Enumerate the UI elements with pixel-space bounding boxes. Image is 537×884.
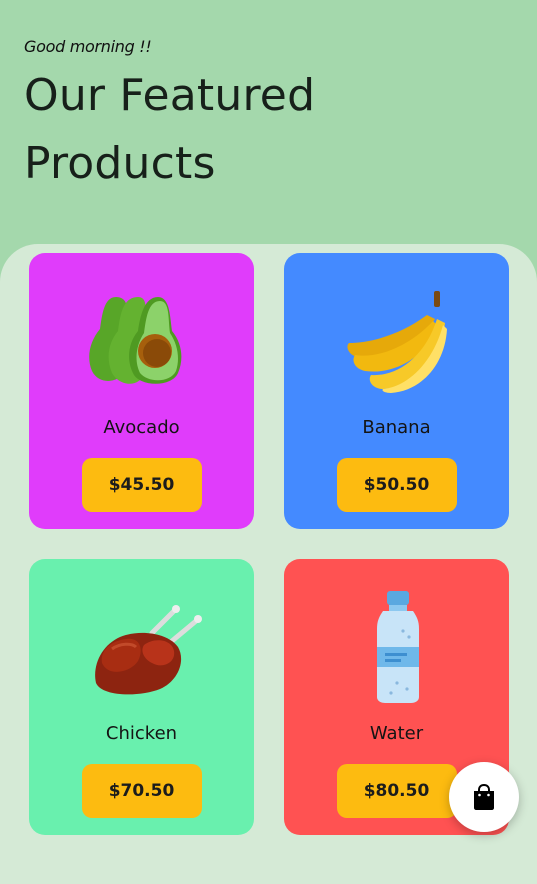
- product-card-banana[interactable]: Banana $50.50: [284, 253, 509, 529]
- product-name: Avocado: [103, 417, 180, 438]
- price-button[interactable]: $80.50: [336, 764, 457, 818]
- banana-icon: [337, 279, 457, 399]
- cart-button[interactable]: [449, 762, 519, 832]
- header: Good morning !! Our Featured Products: [24, 36, 513, 198]
- shopping-bag-icon: [474, 784, 494, 810]
- avocado-icon: [82, 279, 202, 399]
- chicken-icon: [82, 585, 202, 705]
- water-bottle-icon: [337, 585, 457, 705]
- greeting-text: Good morning !!: [24, 37, 152, 56]
- price-button[interactable]: $50.50: [336, 458, 457, 512]
- product-card-chicken[interactable]: Chicken $70.50: [29, 559, 254, 835]
- product-name: Water: [369, 723, 424, 744]
- page-title: Our Featured Products: [24, 70, 316, 189]
- product-name: Banana: [362, 417, 431, 438]
- price-button[interactable]: $70.50: [81, 764, 202, 818]
- price-button[interactable]: $45.50: [81, 458, 202, 512]
- product-name: Chicken: [105, 723, 178, 744]
- product-card-avocado[interactable]: Avocado $45.50: [29, 253, 254, 529]
